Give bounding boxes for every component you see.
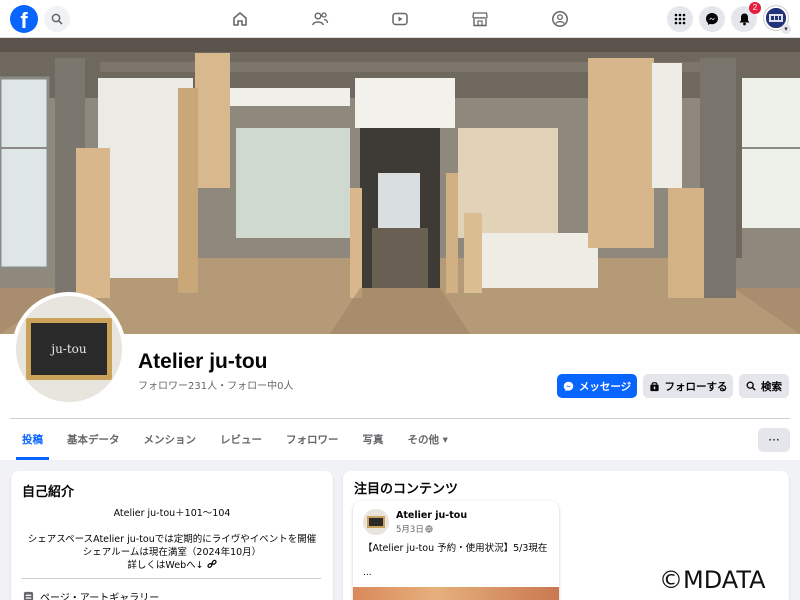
header-divider <box>10 418 790 419</box>
notification-count-badge: 2 <box>749 2 761 14</box>
home-icon <box>233 12 247 26</box>
groups-tab[interactable] <box>550 9 570 29</box>
intro-line-3: シェアルームは現在満室（2024年10月） <box>82 547 262 558</box>
top-navigation: f 2 ▾ <box>0 0 800 38</box>
avatar-image <box>363 509 389 535</box>
sign-text: ju-tou <box>31 323 107 375</box>
post-author-name[interactable]: Atelier ju-tou <box>396 510 467 521</box>
tab-mentions[interactable]: メンション <box>132 420 209 460</box>
message-button[interactable]: メッセージ <box>557 374 637 398</box>
profile-picture[interactable]: ju-tou <box>12 292 126 406</box>
profile-tabs: 投稿 基本データ メンション レビュー フォロワー 写真 その他 ▾ <box>10 420 460 460</box>
post-author-avatar[interactable] <box>363 509 389 535</box>
watermark: ©MDATA <box>659 566 766 594</box>
tab-more[interactable]: その他 ▾ <box>396 420 460 460</box>
friends-tab[interactable] <box>310 9 330 29</box>
globe-icon <box>425 525 433 533</box>
page-search-button[interactable]: 検索 <box>739 374 789 398</box>
tab-about[interactable]: 基本データ <box>55 420 132 460</box>
profile-picture-image: ju-tou <box>16 296 122 402</box>
messenger-icon <box>706 13 718 25</box>
post-text: 【Atelier ju-tou 予約・使用状況】5/3現在 <box>363 543 548 554</box>
info-icon <box>23 591 34 600</box>
bell-icon <box>739 13 749 26</box>
messenger-icon <box>563 381 574 391</box>
tab-photos[interactable]: 写真 <box>351 420 396 460</box>
post-date-text: 5月3日 <box>396 525 424 535</box>
intro-line-1: Atelier ju-tou＋101〜104 <box>113 508 231 519</box>
follow-button-label: フォローする <box>664 380 728 393</box>
follow-button[interactable]: フォローする <box>643 374 733 398</box>
post-image[interactable] <box>353 587 559 600</box>
more-options-button[interactable]: ··· <box>758 428 790 452</box>
tab-reviews[interactable]: レビュー <box>208 420 274 460</box>
page-search-label: 検索 <box>761 380 782 393</box>
page-title: Atelier ju-tou <box>138 350 268 373</box>
search-icon <box>51 13 63 25</box>
page-category: ページ・アートギャラリー <box>23 589 159 600</box>
marketplace-tab[interactable] <box>470 9 490 29</box>
video-tab[interactable] <box>390 9 410 29</box>
messenger-button[interactable] <box>699 6 725 32</box>
cover-image <box>0 38 800 334</box>
follow-icon <box>649 381 659 391</box>
search-icon <box>746 381 756 391</box>
menu-button[interactable] <box>667 6 693 32</box>
post-see-more[interactable]: ... <box>363 568 372 578</box>
search-button[interactable] <box>44 6 70 32</box>
friends-icon <box>312 12 329 26</box>
groups-icon <box>552 11 568 27</box>
cover-photo[interactable] <box>0 38 800 334</box>
video-icon <box>392 12 408 26</box>
home-tab[interactable] <box>230 9 250 29</box>
featured-post[interactable]: Atelier ju-tou 5月3日 【Atelier ju-tou 予約・使… <box>353 501 559 600</box>
facebook-logo[interactable]: f <box>10 5 38 33</box>
link-icon <box>206 559 217 569</box>
tab-posts[interactable]: 投稿 <box>10 420 55 460</box>
tab-followers[interactable]: フォロワー <box>274 420 351 460</box>
intro-line-2: シェアスペースAtelier ju-touでは定期的にライヴやイベントを開催 <box>27 534 317 545</box>
message-button-label: メッセージ <box>578 380 632 393</box>
account-menu-chevron[interactable]: ▾ <box>781 24 791 34</box>
post-date[interactable]: 5月3日 <box>396 523 433 535</box>
grid-menu-icon <box>674 13 686 25</box>
marketplace-icon <box>472 12 488 27</box>
page-category-text: ページ・アートギャラリー <box>40 593 160 600</box>
featured-title: 注目のコンテンツ <box>354 482 459 497</box>
sign-frame: ju-tou <box>26 318 112 380</box>
intro-line-4: 詳しくはWebへ↓ <box>11 557 333 571</box>
notifications-button[interactable]: 2 <box>731 2 761 32</box>
intro-divider <box>21 578 321 579</box>
intro-title: 自己紹介 <box>22 485 75 500</box>
follower-stats[interactable]: フォロワー231人・フォロー中0人 <box>138 377 293 392</box>
intro-line-4-text: 詳しくはWebへ↓ <box>127 560 204 571</box>
intro-card: 自己紹介 Atelier ju-tou＋101〜104 シェアスペースAteli… <box>11 471 333 600</box>
